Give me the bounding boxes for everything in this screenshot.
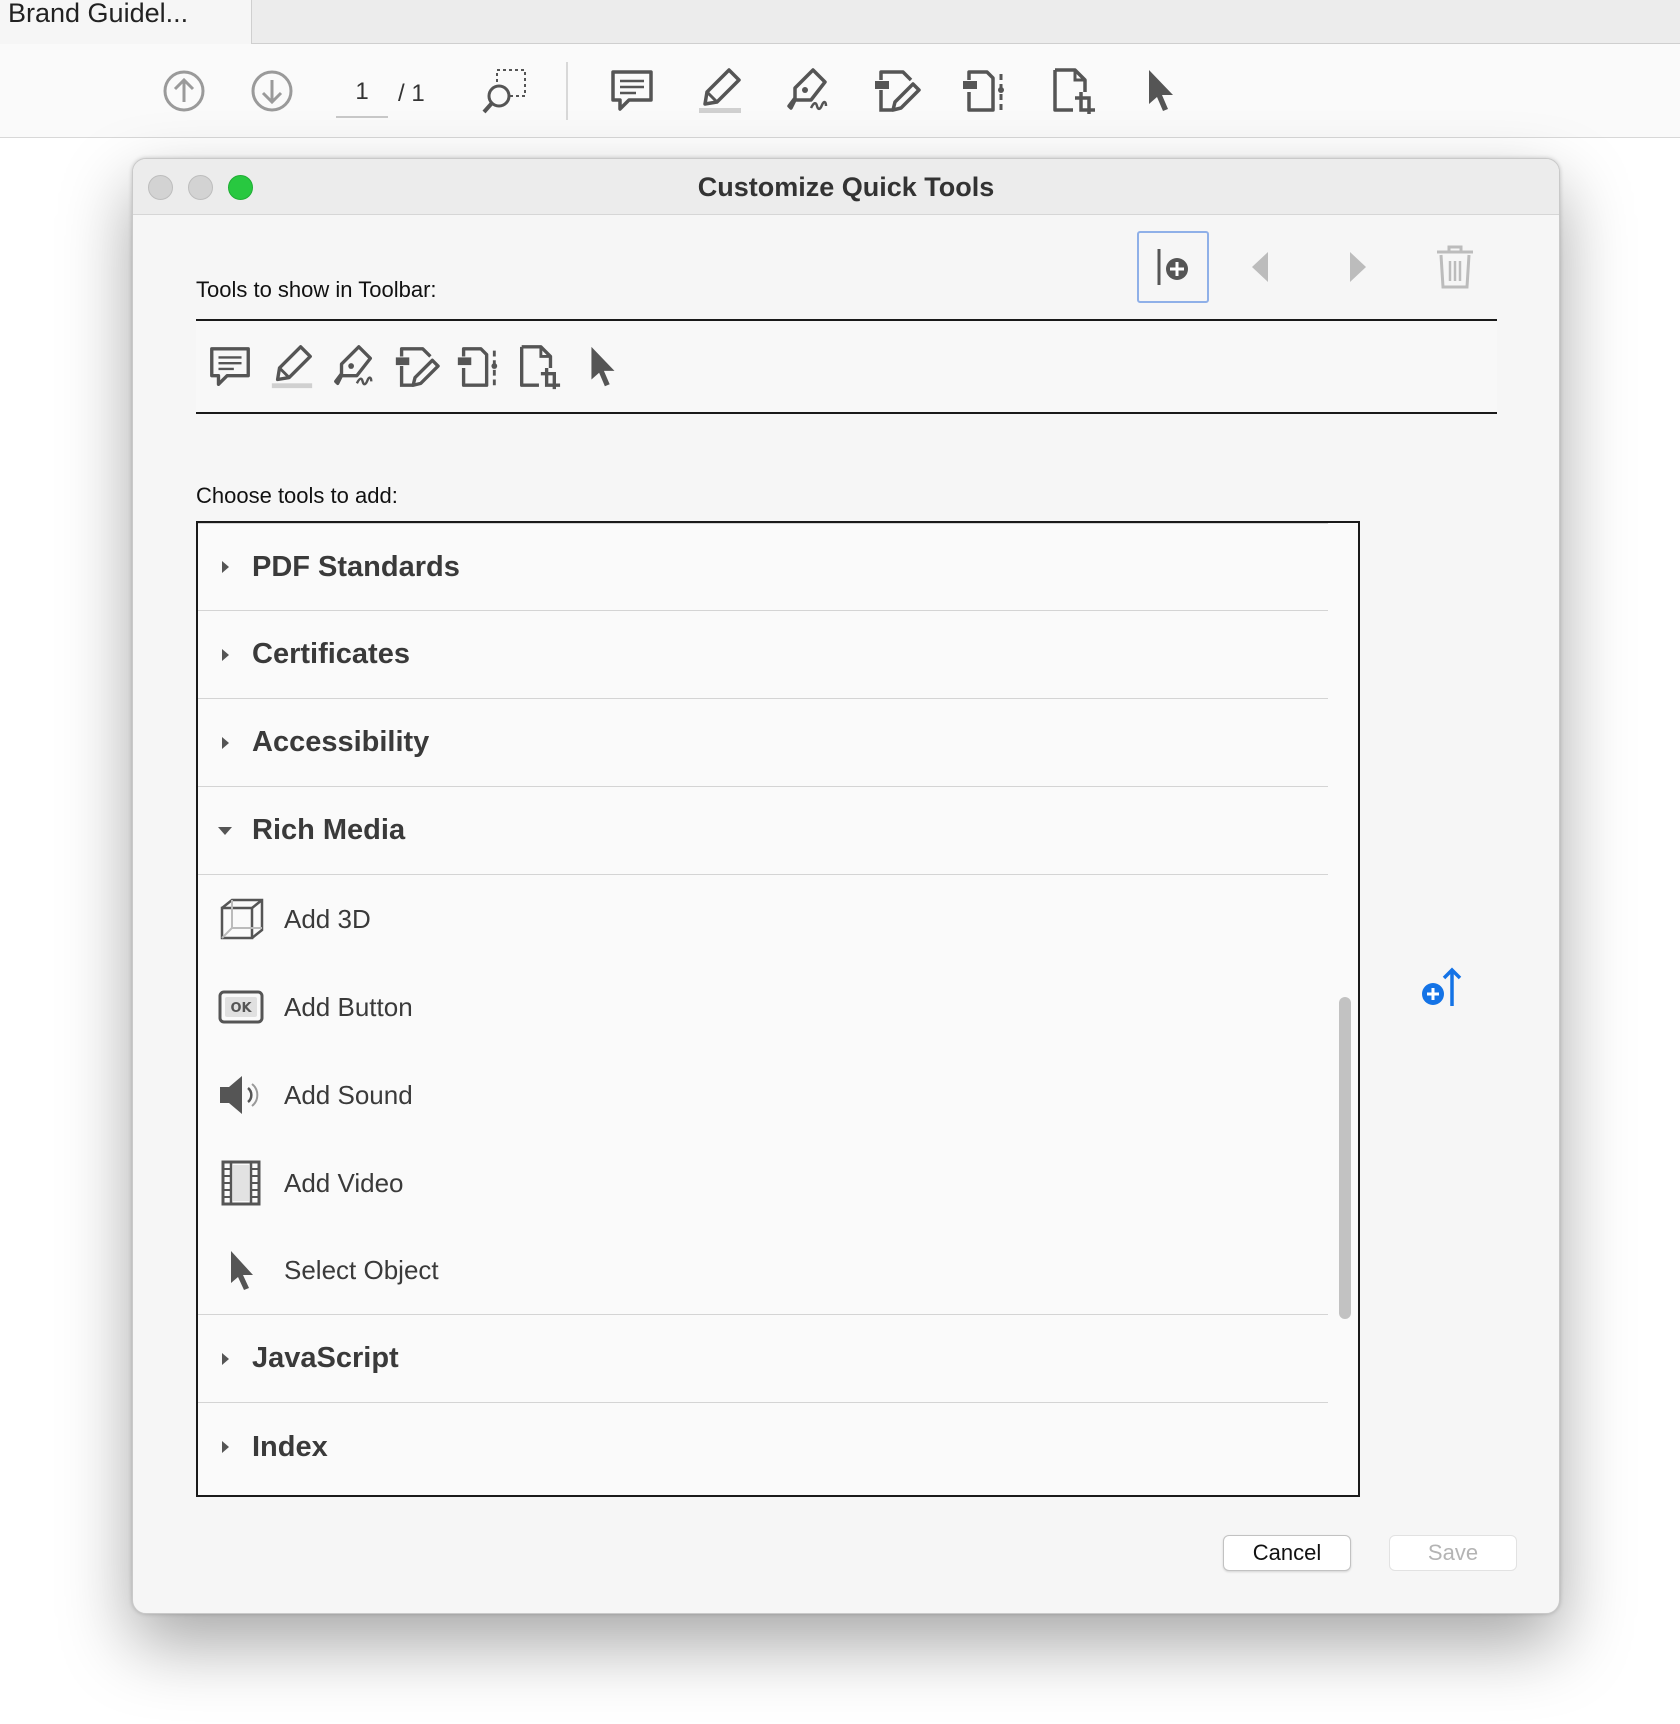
trash-icon [1437, 245, 1473, 289]
caret-right-icon [198, 646, 252, 664]
caret-down-icon [198, 824, 252, 838]
arrow-up-circle-icon [163, 70, 205, 112]
tool-select-object[interactable]: Select Object [198, 1227, 1328, 1315]
cube-3d-icon [220, 898, 264, 940]
tools-category-list[interactable]: PDF Standards Certificates Accessibility… [196, 521, 1360, 1497]
triangle-right-icon [1350, 252, 1366, 282]
tool-label: Add Button [284, 991, 413, 1022]
toolbar-tools-label: Tools to show in Toolbar: [196, 277, 437, 302]
edit-pdf-icon [395, 347, 440, 387]
category-javascript[interactable]: JavaScript [198, 1315, 1328, 1403]
triangle-left-icon [1252, 252, 1268, 282]
select-pointer-icon [231, 1250, 253, 1290]
toolbar-separator [566, 62, 568, 120]
caret-right-icon [198, 1350, 252, 1368]
tool-label: Add 3D [284, 903, 371, 934]
save-button[interactable]: Save [1389, 1535, 1517, 1571]
well-tool-comment[interactable] [204, 341, 256, 393]
customize-quick-tools-dialog: Customize Quick Tools Tools to show in T… [132, 158, 1560, 1614]
category-pdf-standards[interactable]: PDF Standards [198, 523, 1328, 611]
well-tool-sign[interactable] [328, 341, 380, 393]
marquee-zoom-icon [482, 69, 526, 114]
category-label: Certificates [252, 638, 410, 670]
select-pointer-icon [1149, 70, 1173, 111]
highlight-tool-button[interactable] [690, 61, 750, 121]
ok-button-icon: OK [218, 990, 264, 1024]
tool-label: Select Object [284, 1255, 439, 1285]
film-icon [221, 1160, 261, 1206]
cancel-button[interactable]: Cancel [1223, 1535, 1351, 1571]
marquee-zoom-button[interactable] [474, 61, 534, 121]
well-tool-edit-pdf[interactable] [390, 341, 442, 393]
category-label: Rich Media [252, 814, 406, 846]
organize-pages-icon [457, 347, 498, 387]
selected-tools-well [196, 319, 1497, 414]
list-scrollbar[interactable] [1339, 997, 1351, 1319]
highlight-icon [271, 345, 313, 389]
tool-label: Add Video [284, 1167, 404, 1198]
category-label: Accessibility [252, 726, 430, 758]
crop-pages-icon [1053, 68, 1095, 114]
well-tool-crop-pages[interactable] [512, 341, 564, 393]
category-label: Index [252, 1430, 328, 1463]
page-number-input[interactable]: 1 [336, 72, 388, 118]
add-divider-icon [1157, 249, 1188, 285]
caret-right-icon [198, 734, 252, 752]
edit-pdf-tool-button[interactable] [866, 61, 926, 121]
highlight-icon [699, 68, 741, 113]
tool-label: Add Sound [284, 1079, 413, 1110]
caret-right-icon [198, 558, 252, 576]
well-tool-organize-pages[interactable] [452, 341, 504, 393]
document-tab[interactable]: Brand Guidel... [0, 0, 252, 44]
comment-tool-button[interactable] [602, 61, 662, 121]
category-label: JavaScript [252, 1342, 399, 1374]
well-tool-select[interactable] [576, 341, 628, 393]
dialog-titlebar: Customize Quick Tools [133, 159, 1559, 215]
crop-pages-icon [520, 345, 561, 390]
move-right-button[interactable] [1329, 239, 1385, 295]
category-accessibility[interactable]: Accessibility [198, 699, 1328, 787]
crop-pages-tool-button[interactable] [1042, 61, 1102, 121]
tool-add-button[interactable]: OK Add Button [198, 963, 1328, 1051]
sign-icon [334, 345, 373, 386]
caret-right-icon [198, 1438, 252, 1456]
tool-add-video[interactable]: Add Video [198, 1139, 1328, 1227]
organize-pages-icon [963, 70, 1004, 112]
dialog-title: Customize Quick Tools [697, 172, 995, 202]
category-certificates[interactable]: Certificates [198, 611, 1328, 699]
organize-pages-tool-button[interactable] [954, 61, 1014, 121]
category-label: PDF Standards [252, 550, 460, 583]
category-rich-media[interactable]: Rich Media [198, 787, 1328, 875]
next-page-button[interactable] [242, 61, 302, 121]
add-up-arrow-icon [1422, 967, 1462, 1006]
edit-pdf-icon [875, 70, 921, 112]
select-pointer-icon [591, 346, 615, 387]
tool-add-sound[interactable]: Add Sound [198, 1051, 1328, 1139]
remove-tool-button[interactable] [1425, 237, 1485, 297]
sign-tool-button[interactable] [778, 61, 838, 121]
add-divider-button[interactable] [1137, 231, 1209, 303]
previous-page-button[interactable] [154, 61, 214, 121]
category-index[interactable]: Index [198, 1403, 1328, 1491]
comment-icon [210, 347, 250, 386]
speaker-icon [220, 1076, 259, 1114]
tool-add-3d[interactable]: Add 3D [198, 875, 1328, 963]
comment-icon [611, 70, 653, 111]
main-toolbar: 1 / 1 [0, 44, 1680, 138]
tab-strip: Brand Guidel... [0, 0, 1680, 44]
well-tool-highlight[interactable] [266, 341, 318, 393]
page-total: / 1 [398, 80, 425, 107]
arrow-down-circle-icon [251, 70, 293, 112]
svg-text:OK: OK [230, 1001, 252, 1016]
move-left-button[interactable] [1233, 239, 1289, 295]
choose-tools-label: Choose tools to add: [196, 483, 398, 508]
select-tool-button[interactable] [1130, 61, 1190, 121]
sign-icon [787, 68, 828, 111]
add-to-toolbar-button[interactable] [1413, 957, 1473, 1017]
